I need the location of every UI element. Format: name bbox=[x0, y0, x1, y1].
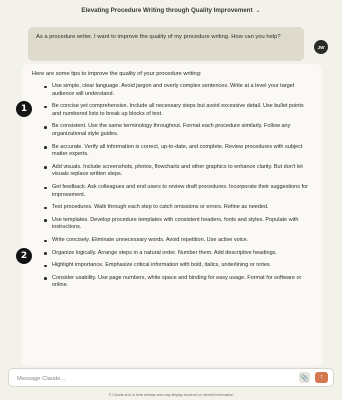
annotation-marker-2: 2 bbox=[16, 248, 32, 264]
conversation-title-bar[interactable]: Elevating Procedure Writing through Qual… bbox=[0, 0, 342, 20]
tip-item: Get feedback. Ask colleagues and end use… bbox=[44, 184, 314, 199]
user-message-bubble: As a procedure writer, I want to improve… bbox=[28, 27, 304, 61]
tip-item: Organize logically. Arrange steps in a n… bbox=[44, 250, 314, 258]
beta-disclaimer: © Claude.ai is in beta release and may d… bbox=[108, 393, 234, 397]
conversation-title[interactable]: Elevating Procedure Writing through Qual… bbox=[81, 7, 252, 14]
tip-item: Write concisely. Eliminate unnecessary w… bbox=[44, 237, 314, 245]
tip-item: Be concise yet comprehensive. Include al… bbox=[44, 103, 314, 118]
tip-item: Add visuals. Include screenshots, photos… bbox=[44, 164, 314, 179]
tip-item: Test procedures. Walk through each step … bbox=[44, 204, 314, 212]
message-composer: 📎 ↑ bbox=[8, 368, 334, 387]
annotation-marker-1: 1 bbox=[16, 101, 32, 117]
tip-item: Use simple, clear language. Avoid jargon… bbox=[44, 83, 314, 98]
tip-item: Highlight importance. Emphasize critical… bbox=[44, 262, 314, 270]
user-message-text: As a procedure writer, I want to improve… bbox=[36, 34, 281, 40]
tips-list: Use simple, clear language. Avoid jargon… bbox=[32, 83, 314, 290]
user-avatar[interactable]: JW bbox=[314, 40, 328, 54]
tip-item: Use templates. Develop procedure templat… bbox=[44, 217, 314, 232]
assistant-reply: Here are some tips to improve the qualit… bbox=[22, 64, 322, 366]
chevron-down-icon[interactable]: ⌄ bbox=[256, 7, 261, 14]
tip-item: Be consistent. Use the same terminology … bbox=[44, 123, 314, 138]
reply-intro: Here are some tips to improve the qualit… bbox=[32, 71, 202, 77]
paperclip-icon[interactable]: 📎 bbox=[299, 372, 310, 383]
tip-item: Consider usability. Use page numbers, wh… bbox=[44, 275, 314, 290]
message-input[interactable] bbox=[15, 372, 289, 386]
tip-item: Be accurate. Verify all information is c… bbox=[44, 144, 314, 159]
send-button[interactable]: ↑ bbox=[315, 372, 328, 383]
